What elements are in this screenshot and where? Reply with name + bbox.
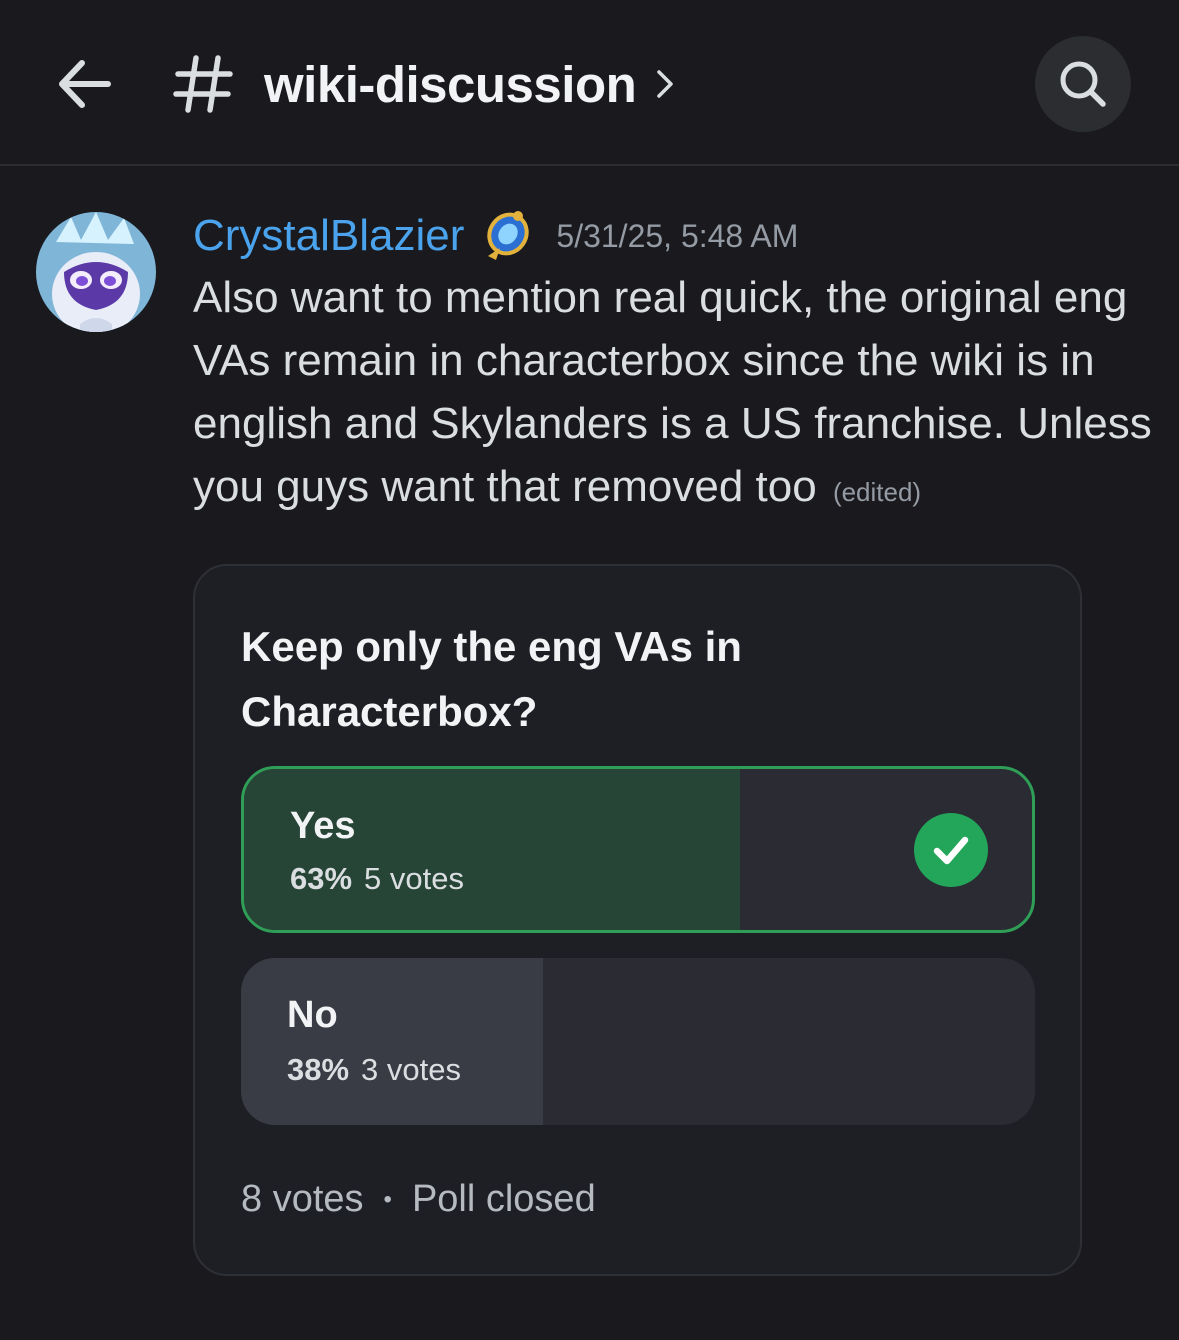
poll-total-votes[interactable]: 8 votes: [241, 1178, 364, 1221]
poll-option-stats: 38% 3 votes: [287, 1052, 461, 1088]
poll-option-label: Yes: [290, 805, 356, 847]
back-button[interactable]: [40, 42, 128, 126]
message-text: Also want to mention real quick, the ori…: [193, 273, 1152, 511]
chevron-right-icon: [656, 69, 674, 99]
edited-label: (edited): [832, 477, 922, 507]
checkmark-icon: [914, 813, 988, 887]
message-header: CrystalBlazier 5/31/25, 5:48 AM: [193, 206, 798, 266]
search-icon: [1060, 61, 1106, 107]
poll-option-percent: 38%: [287, 1052, 350, 1087]
poll-option-no-bar: [241, 958, 543, 1125]
poll-card: Keep only the eng VAs in Characterbox? Y…: [193, 564, 1082, 1276]
arrow-left-icon: [59, 60, 111, 108]
poll-option-label: No: [287, 994, 338, 1036]
poll-option-votes: 3 votes: [361, 1052, 461, 1087]
channel-header: wiki-discussion: [0, 0, 1179, 166]
poll-option-yes[interactable]: Yes 63% 5 votes: [241, 766, 1035, 933]
search-button[interactable]: [1035, 36, 1131, 132]
timestamp: 5/31/25, 5:48 AM: [556, 217, 799, 254]
poll-option-no[interactable]: No 38% 3 votes: [241, 958, 1035, 1125]
poll-status: Poll closed: [411, 1178, 596, 1220]
poll-option-percent: 63%: [290, 861, 353, 896]
username[interactable]: CrystalBlazier: [193, 211, 464, 261]
poll-question: Keep only the eng VAs in Characterbox?: [241, 623, 742, 735]
channel-name: wiki-discussion: [264, 55, 637, 113]
avatar[interactable]: [36, 212, 156, 332]
crystal-badge-icon[interactable]: [478, 208, 534, 264]
channel-title[interactable]: wiki-discussion: [264, 52, 674, 116]
poll-footer-separator: •: [383, 1185, 392, 1213]
hash-icon: [173, 55, 233, 113]
poll-option-yes-bar: [244, 769, 741, 930]
poll-option-votes: 5 votes: [364, 861, 464, 896]
message-content: Also want to mention real quick, the ori…: [193, 266, 1153, 524]
poll-footer: 8 votes • Poll closed: [241, 1178, 596, 1221]
poll-option-stats: 63% 5 votes: [290, 861, 464, 897]
